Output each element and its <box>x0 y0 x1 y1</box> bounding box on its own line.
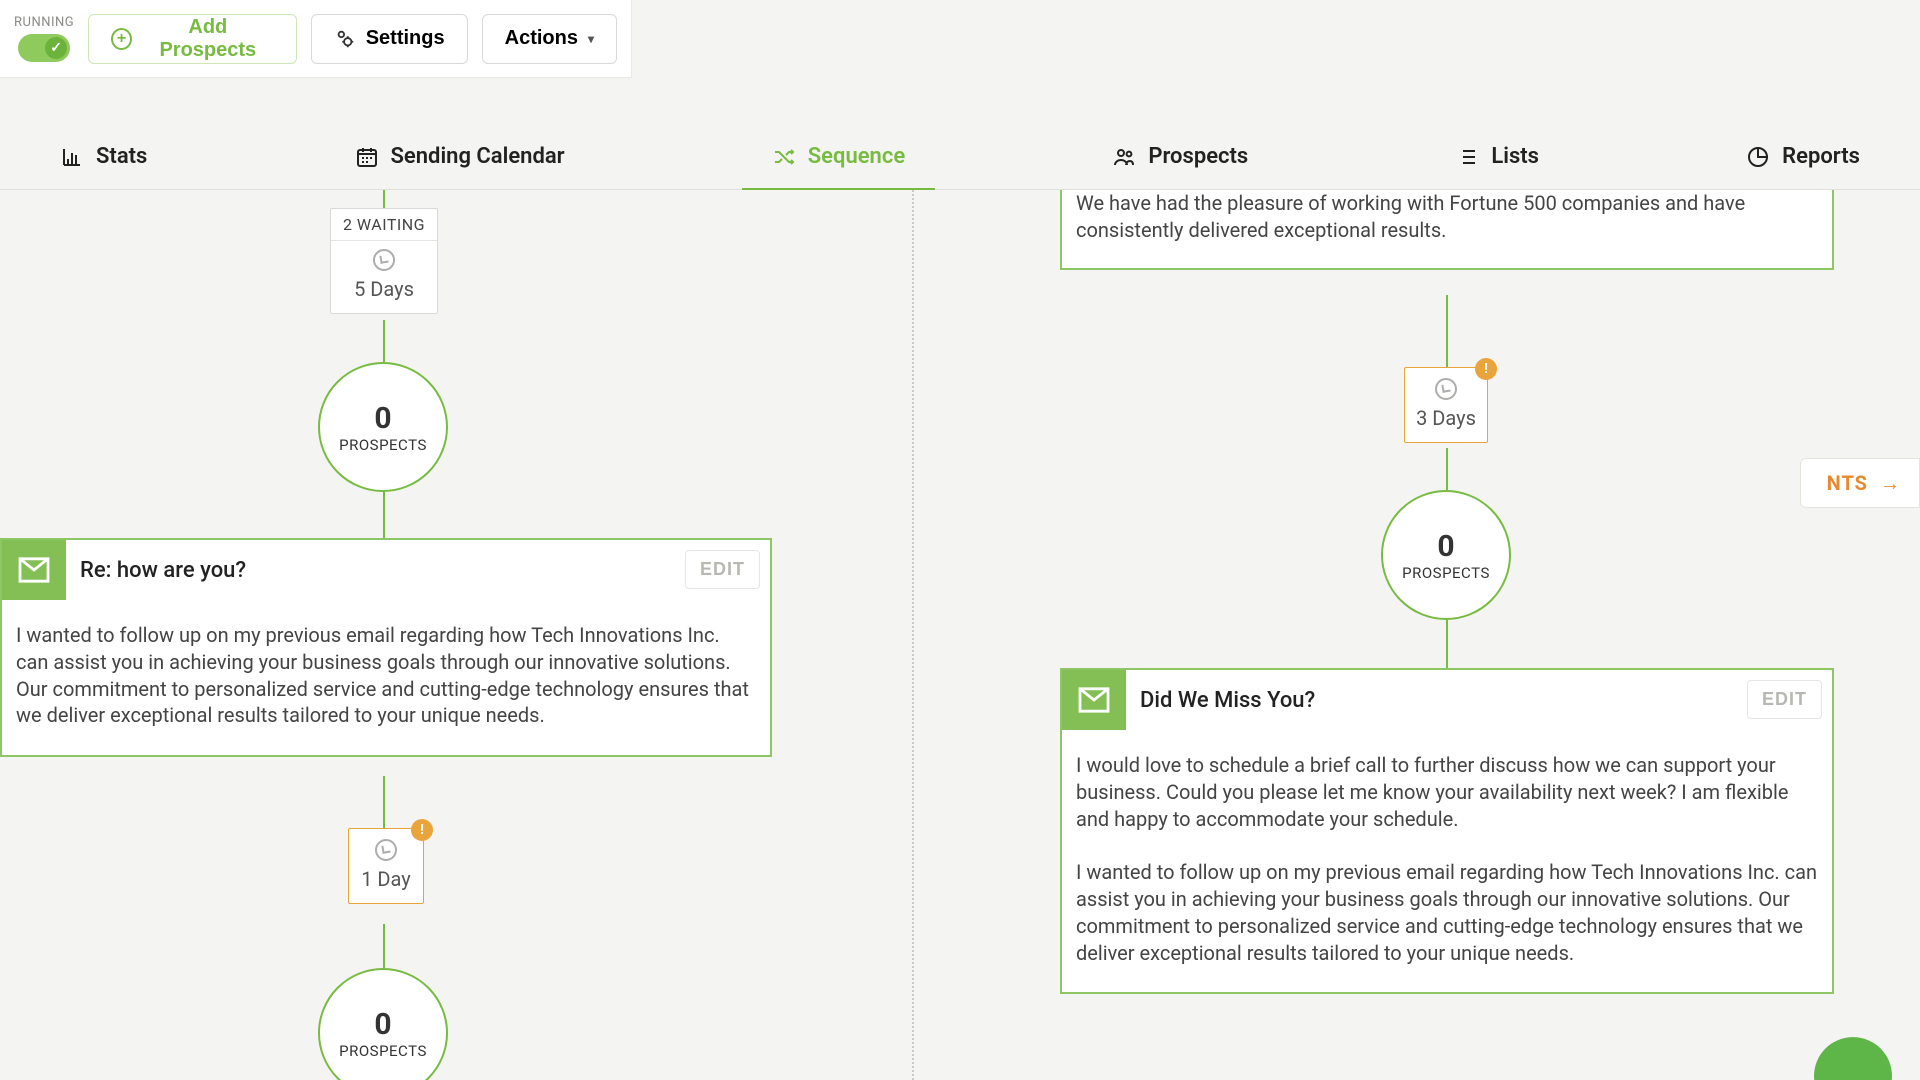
calendar-icon <box>355 145 379 169</box>
connector-line <box>1446 295 1448 367</box>
prospect-label: PROSPECTS <box>339 436 427 454</box>
email-step-card[interactable]: Did We Miss You? EDIT I would love to sc… <box>1060 668 1834 994</box>
campaign-toolbar: RUNNING + Add Prospects Settings Actions… <box>0 0 632 78</box>
tab-prospects-label: Prospects <box>1148 144 1248 169</box>
alert-icon: ! <box>1475 358 1497 380</box>
running-status: RUNNING <box>14 15 74 62</box>
email-subject: Did We Miss You? <box>1126 688 1832 713</box>
wait-duration: 1 Day <box>361 867 411 891</box>
connector-line <box>383 924 385 968</box>
gear-icon <box>334 28 356 50</box>
edit-button[interactable]: EDIT <box>1747 680 1822 719</box>
connector-line <box>383 776 385 828</box>
clock-icon <box>373 249 395 271</box>
shuffle-icon <box>772 145 796 169</box>
prospect-label: PROSPECTS <box>1402 564 1490 582</box>
settings-button[interactable]: Settings <box>311 14 468 64</box>
chevron-down-icon: ▾ <box>588 32 594 46</box>
settings-label: Settings <box>366 27 445 50</box>
envelope-icon <box>1062 670 1126 730</box>
tab-sequence-label: Sequence <box>808 144 905 169</box>
bar-chart-icon <box>60 145 84 169</box>
prospect-label: PROSPECTS <box>339 1042 427 1060</box>
connector-line <box>1446 448 1448 490</box>
running-toggle[interactable] <box>18 34 70 62</box>
tab-reports[interactable]: Reports <box>1746 144 1860 189</box>
actions-button[interactable]: Actions ▾ <box>482 14 617 64</box>
add-prospects-label: Add Prospects <box>142 16 274 62</box>
plus-circle-icon: + <box>111 28 132 50</box>
ents-label: NTS <box>1827 471 1868 495</box>
tab-stats-label: Stats <box>96 144 147 169</box>
list-icon <box>1455 145 1479 169</box>
help-fab[interactable] <box>1814 1037 1892 1080</box>
prospect-count: 0 <box>1437 529 1454 564</box>
add-prospects-button[interactable]: + Add Prospects <box>88 14 297 64</box>
sequence-canvas[interactable]: 2 WAITING 5 Days 0 PROSPECTS Re: how are… <box>0 190 1920 1080</box>
nav-tabs: Stats Sending Calendar Sequence Prospect… <box>0 114 1920 190</box>
email-body: I wanted to follow up on my previous ema… <box>2 600 770 755</box>
actions-label: Actions <box>505 27 578 50</box>
tab-stats[interactable]: Stats <box>60 144 147 189</box>
connector-line <box>383 492 385 538</box>
email-step-card-partial[interactable]: We have had the pleasure of working with… <box>1060 190 1834 270</box>
prospect-count: 0 <box>374 401 391 436</box>
tab-lists[interactable]: Lists <box>1455 144 1539 189</box>
wait-node[interactable]: 1 Day ! <box>348 828 424 904</box>
tab-reports-label: Reports <box>1782 144 1860 169</box>
clock-icon <box>1435 378 1457 400</box>
prospect-node[interactable]: 0 PROSPECTS <box>1381 490 1511 620</box>
tab-lists-label: Lists <box>1491 144 1539 169</box>
prospect-node[interactable]: 0 PROSPECTS <box>318 968 448 1080</box>
edit-button[interactable]: EDIT <box>685 550 760 589</box>
wait-node[interactable]: 2 WAITING 5 Days <box>330 208 438 314</box>
branch-divider <box>912 190 914 1080</box>
tab-prospects[interactable]: Prospects <box>1112 144 1248 189</box>
wait-duration: 3 Days <box>1416 406 1476 430</box>
prospect-count: 0 <box>374 1007 391 1042</box>
email-step-card[interactable]: Re: how are you? EDIT I wanted to follow… <box>0 538 772 757</box>
pie-chart-icon <box>1746 145 1770 169</box>
waiting-count: 2 WAITING <box>331 209 437 241</box>
connector-line <box>383 320 385 362</box>
email-card-header: Did We Miss You? EDIT <box>1062 670 1832 730</box>
users-icon <box>1112 145 1136 169</box>
connector-line <box>383 190 385 208</box>
tab-sending-calendar[interactable]: Sending Calendar <box>355 144 565 189</box>
clock-icon <box>375 839 397 861</box>
wait-node[interactable]: 3 Days ! <box>1404 367 1488 443</box>
email-body: We have had the pleasure of working with… <box>1062 190 1832 268</box>
alert-icon: ! <box>411 819 433 841</box>
tab-sending-calendar-label: Sending Calendar <box>391 144 565 169</box>
arrow-right-icon: → <box>1880 471 1901 496</box>
events-pill-fragment[interactable]: NTS → <box>1800 458 1920 508</box>
email-card-header: Re: how are you? EDIT <box>2 540 770 600</box>
email-subject: Re: how are you? <box>66 558 770 583</box>
connector-line <box>1446 620 1448 668</box>
running-label: RUNNING <box>14 15 74 30</box>
envelope-icon <box>2 540 66 600</box>
prospect-node[interactable]: 0 PROSPECTS <box>318 362 448 492</box>
email-body: I would love to schedule a brief call to… <box>1062 730 1832 992</box>
tab-sequence[interactable]: Sequence <box>772 144 905 189</box>
wait-duration: 5 Days <box>354 277 414 301</box>
